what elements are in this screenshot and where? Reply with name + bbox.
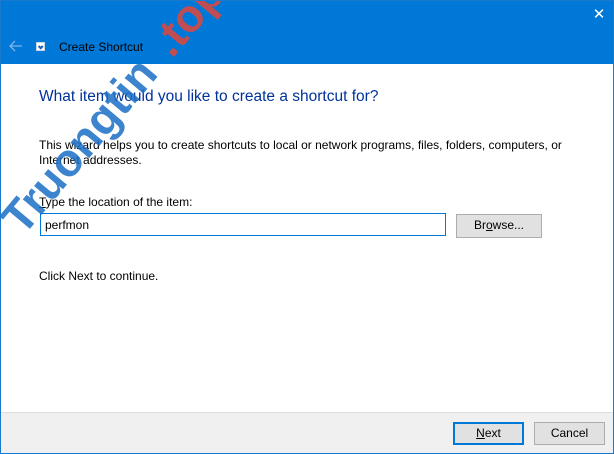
browse-label-mnemonic: o (485, 218, 493, 232)
next-button[interactable]: Next (453, 422, 524, 445)
browse-label-post: wse... (492, 218, 525, 232)
back-arrow-icon (9, 40, 22, 52)
wizard-description: This wizard helps you to create shortcut… (39, 138, 562, 167)
location-label-mnemonic: T (39, 195, 46, 209)
close-button[interactable]: ✕ (585, 1, 613, 29)
next-label-rest: ext (484, 426, 501, 440)
continue-instruction: Click Next to continue. (39, 269, 159, 283)
location-input[interactable] (40, 213, 446, 236)
cancel-label: Cancel (550, 426, 589, 440)
page-heading: What item would you like to create a sho… (39, 88, 379, 105)
close-icon: ✕ (592, 6, 606, 23)
next-label-mnemonic: N (476, 426, 485, 440)
browse-button[interactable]: Browse... (456, 214, 542, 238)
back-button[interactable] (5, 35, 27, 57)
browse-label-pre: Br (473, 218, 486, 232)
shortcut-icon (36, 42, 45, 51)
cancel-button[interactable]: Cancel (534, 422, 605, 445)
window-title: Create Shortcut (59, 40, 144, 54)
location-label-text: ype the location of the item: (45, 195, 193, 209)
location-label: Type the location of the item: (39, 195, 192, 210)
create-shortcut-window: ✕ Create Shortcut What item would you li… (0, 0, 614, 454)
